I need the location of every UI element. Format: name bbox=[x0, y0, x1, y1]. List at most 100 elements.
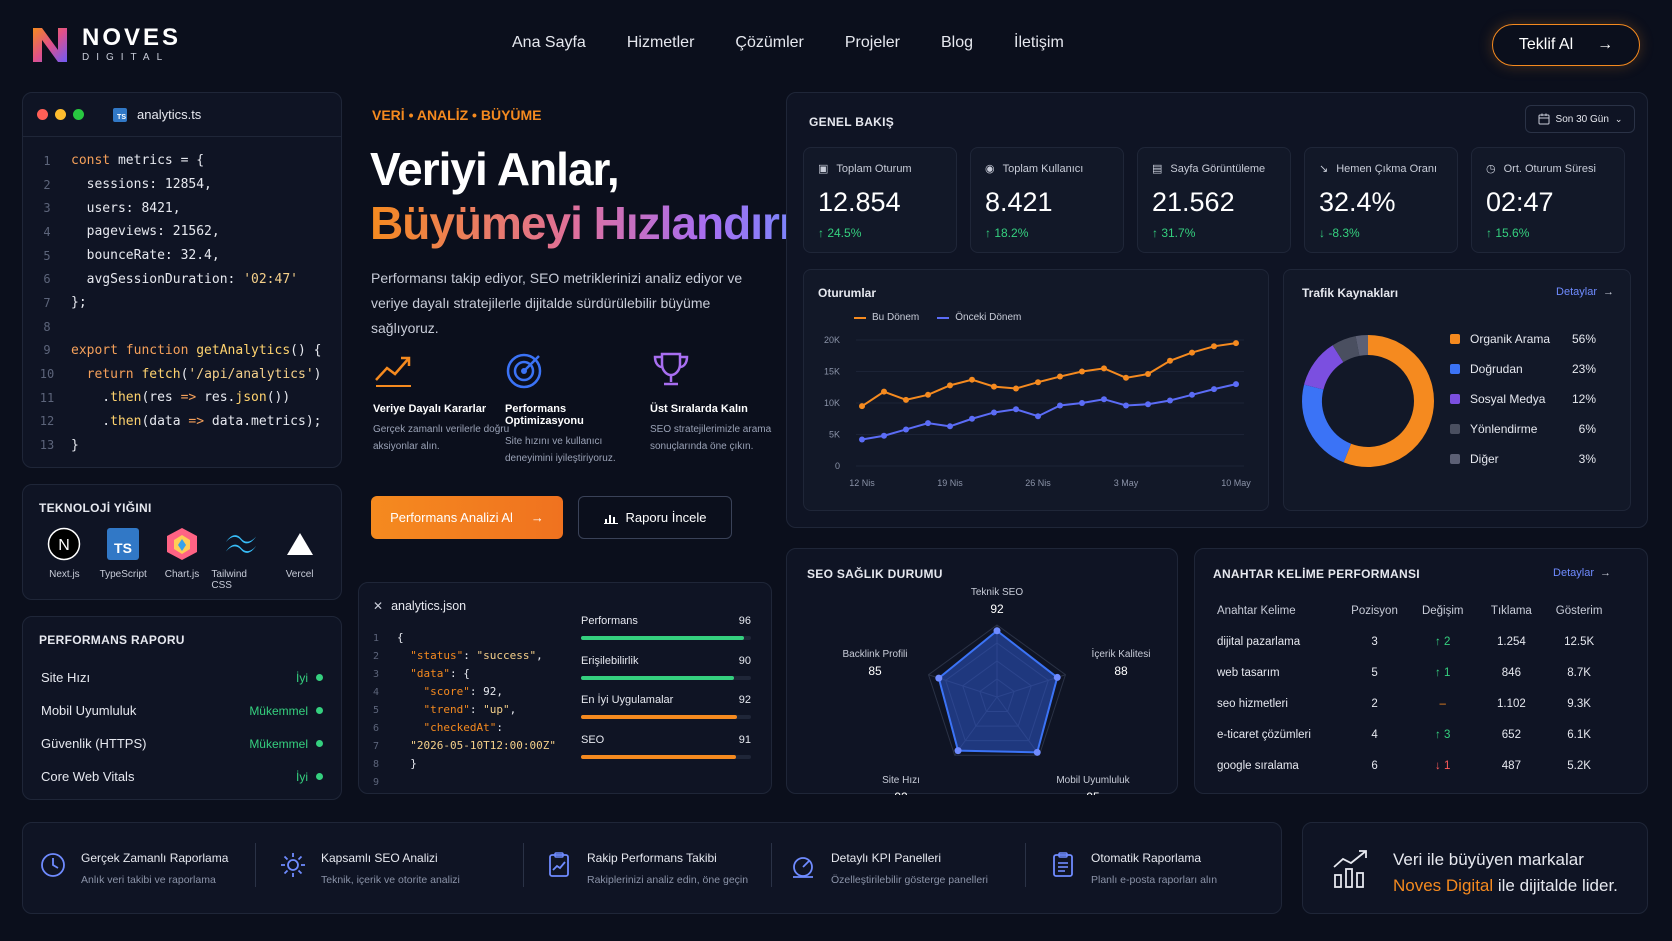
feature-strip-item[interactable]: Rakip Performans Takibi Rakiplerinizi ana… bbox=[545, 851, 748, 886]
maximize-dot-icon[interactable] bbox=[73, 109, 84, 120]
code-editor[interactable]: 1 const metrics = { 2 sessions: 12854, 3 … bbox=[23, 137, 341, 457]
strip-title: Detaylı KPI Panelleri bbox=[831, 851, 942, 865]
status-dot-icon bbox=[316, 740, 323, 747]
features-strip: Gerçek Zamanlı Raporlama Anlık veri takib… bbox=[22, 822, 1282, 914]
feature-title: Üst Sıralarda Kalın bbox=[650, 403, 748, 415]
code-panel: TS analytics.ts 1 const metrics = { 2 ses… bbox=[22, 92, 342, 468]
nav-blog[interactable]: Blog bbox=[941, 34, 973, 52]
legend-item[interactable]: Diğer 3% bbox=[1450, 444, 1596, 474]
chartjs-icon bbox=[165, 527, 199, 561]
traffic-donut-chart[interactable] bbox=[1298, 326, 1448, 476]
trophy-icon bbox=[653, 352, 689, 386]
legend-item[interactable]: Yönlendirme 6% bbox=[1450, 414, 1596, 444]
perf-label: Mobil Uyumluluk bbox=[41, 703, 137, 718]
date-range-select[interactable]: Son 30 Gün ⌄ bbox=[1525, 105, 1635, 133]
seo-radar-chart[interactable]: Teknik SEO 92 İçerik Kalitesi 88 Mobil Uyuml… bbox=[787, 549, 1179, 795]
line-number: 1 bbox=[43, 153, 51, 168]
data-point bbox=[1211, 343, 1217, 350]
tech-item-vercel[interactable]: Vercel bbox=[270, 527, 329, 591]
tech-label: TypeScript bbox=[99, 569, 147, 580]
line-number: 3 bbox=[43, 201, 51, 216]
table-header[interactable]: Pozisyon bbox=[1341, 595, 1408, 626]
keyword-details-link[interactable]: Detaylar → bbox=[1553, 567, 1611, 579]
line-number: 9 bbox=[43, 343, 51, 358]
feature-strip-item[interactable]: Otomatik Raporlama Planlı e-posta raporla… bbox=[1049, 851, 1217, 886]
kpi-value: 32.4% bbox=[1319, 187, 1396, 217]
close-dot-icon[interactable] bbox=[37, 109, 48, 120]
get-quote-button[interactable]: Teklif Al → bbox=[1492, 24, 1640, 66]
nav-home[interactable]: Ana Sayfa bbox=[512, 34, 586, 52]
radar-value-label: 85 bbox=[868, 664, 882, 678]
kpi-delta: ↓ -8.3% bbox=[1319, 226, 1360, 240]
table-row[interactable]: google sıralama 6 ↓ 1 487 5.2K bbox=[1217, 750, 1613, 781]
data-point bbox=[1101, 365, 1107, 372]
table-row[interactable]: seo hizmetleri 2 – 1.102 9.3K bbox=[1217, 688, 1613, 719]
sessions-line-chart[interactable]: 0 5K 10K 15K 20K 12 Nis 19 Nis 26 Nis 3 May 10 Ma… bbox=[804, 270, 1270, 512]
table-cell: 846 bbox=[1501, 666, 1521, 679]
line-number: 7 bbox=[43, 295, 51, 310]
traffic-legend: Organik Arama 56% Doğrudan 23% Sosyal Medya 1… bbox=[1450, 324, 1596, 474]
promo-brand: Noves Digital bbox=[1393, 876, 1494, 895]
kpi-users[interactable]: ◉ Toplam Kullanıcı 8.421 ↑ 18.2% bbox=[970, 147, 1124, 253]
legend-swatch bbox=[1450, 364, 1460, 374]
json-editor[interactable]: 1{ 2 "status": "success", 3 "data": { 4 … bbox=[373, 629, 556, 791]
legend-value: 12% bbox=[1571, 392, 1596, 406]
tech-item-tailwind[interactable]: Tailwind CSS bbox=[211, 527, 270, 591]
nav-projects[interactable]: Projeler bbox=[845, 34, 900, 52]
view-report-button[interactable]: Raporu İncele bbox=[578, 496, 732, 539]
kpi-pageviews[interactable]: ▤ Sayfa Görüntüleme 21.562 ↑ 31.7% bbox=[1137, 147, 1291, 253]
table-row[interactable]: dijital pazarlama 3 ↑ 2 1.254 12.5K bbox=[1217, 626, 1613, 657]
legend-item[interactable]: Sosyal Medya 12% bbox=[1450, 384, 1596, 414]
seo-health-panel: SEO SAĞLIK DURUMU Teknik SEO 92 İçerik Kal… bbox=[786, 548, 1179, 795]
legend-swatch bbox=[1450, 454, 1460, 464]
nav-services[interactable]: Hizmetler bbox=[627, 34, 695, 52]
tech-item-nextjs[interactable]: N Next.js bbox=[35, 527, 94, 591]
minimize-dot-icon[interactable] bbox=[55, 109, 66, 120]
x-tick-label: 12 Nis bbox=[849, 478, 875, 488]
get-quote-label: Teklif Al bbox=[1518, 36, 1574, 53]
kpi-value: 12.854 bbox=[818, 187, 901, 217]
target-icon bbox=[506, 353, 542, 389]
tech-stack-panel: TEKNOLOJİ YIĞINI N Next.js TS TypeScript… bbox=[22, 484, 342, 600]
tech-item-typescript[interactable]: TS TypeScript bbox=[94, 527, 153, 591]
table-header[interactable]: Tıklama bbox=[1478, 595, 1546, 626]
table-cell: web tasarım bbox=[1217, 666, 1280, 679]
feature-strip-item[interactable]: Detaylı KPI Panelleri Özelleştirilebilir … bbox=[789, 851, 988, 886]
kpi-sessions[interactable]: ▣ Toplam Oturum 12.854 ↑ 24.5% bbox=[803, 147, 957, 253]
close-icon[interactable]: ✕ bbox=[373, 599, 383, 613]
table-header[interactable]: Gösterim bbox=[1545, 595, 1613, 626]
line-number: 1 bbox=[373, 633, 380, 644]
legend-item[interactable]: Organik Arama 56% bbox=[1450, 324, 1596, 354]
table-row[interactable]: e-ticaret çözümleri 4 ↑ 3 652 6.1K bbox=[1217, 719, 1613, 750]
svg-text:TS: TS bbox=[114, 540, 132, 556]
nav-contact[interactable]: İletişim bbox=[1014, 34, 1064, 52]
kpi-avg-session[interactable]: ◷ Ort. Oturum Süresi 02:47 ↑ 15.6% bbox=[1471, 147, 1625, 253]
line-number: 12 bbox=[39, 414, 55, 429]
data-point bbox=[991, 383, 997, 390]
strip-desc: Anlık veri takibi ve raporlama bbox=[81, 874, 216, 886]
hero-title-line2: Büyümeyi Hızlandırır. bbox=[370, 197, 818, 249]
legend-item[interactable]: Doğrudan 23% bbox=[1450, 354, 1596, 384]
kpi-bounce-rate[interactable]: ↘ Hemen Çıkma Oranı 32.4% ↓ -8.3% bbox=[1304, 147, 1458, 253]
performance-analysis-button[interactable]: Performans Analizi Al → bbox=[371, 496, 563, 539]
traffic-sources-panel: Trafik Kaynakları Detaylar → Organik Aram… bbox=[1283, 269, 1631, 511]
feature-strip-item[interactable]: Kapsamlı SEO Analizi Teknik, içerik ve ot… bbox=[279, 851, 460, 886]
brand-logo[interactable]: NOVES DIGITAL bbox=[30, 24, 181, 64]
traffic-details-link[interactable]: Detaylar → bbox=[1556, 286, 1614, 298]
tech-item-chartjs[interactable]: Chart.js bbox=[153, 527, 212, 591]
feature-strip-item[interactable]: Gerçek Zamanlı Raporlama Anlık veri takib… bbox=[39, 851, 228, 886]
hero-title-line1: Veriyi Anlar, bbox=[370, 143, 620, 195]
table-header-row: Anahtar Kelime Pozisyon Değişim Tıklama … bbox=[1217, 595, 1613, 626]
keyword-performance-panel: ANAHTAR KELİME PERFORMANSI Detaylar → Ana… bbox=[1194, 548, 1648, 794]
table-header[interactable]: Değişim bbox=[1408, 595, 1478, 626]
data-point bbox=[1145, 401, 1151, 408]
tech-label: Next.js bbox=[49, 569, 80, 580]
line-number: 9 bbox=[373, 777, 380, 788]
table-header[interactable]: Anahtar Kelime bbox=[1217, 595, 1341, 626]
table-row[interactable]: web tasarım 5 ↑ 1 846 8.7K bbox=[1217, 657, 1613, 688]
line-number: 3 bbox=[373, 669, 380, 680]
data-point bbox=[1035, 379, 1041, 386]
table-cell: 2 bbox=[1371, 697, 1378, 710]
data-point bbox=[969, 415, 975, 422]
nav-solutions[interactable]: Çözümler bbox=[735, 34, 803, 52]
